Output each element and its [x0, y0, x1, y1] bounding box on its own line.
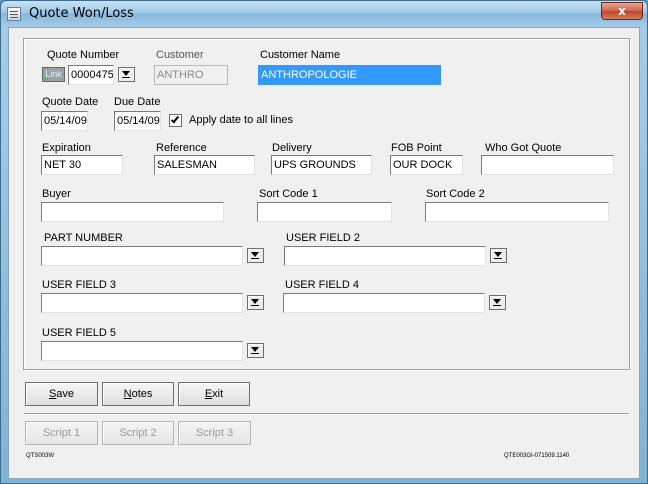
expiration-field[interactable]: NET 30: [41, 155, 123, 175]
expiration-label: Expiration: [42, 142, 91, 154]
save-button[interactable]: Save: [25, 382, 98, 406]
user-field-5-dropdown-button[interactable]: [247, 343, 264, 358]
user-field-3-field[interactable]: [41, 293, 243, 313]
quote-number-label: Quote Number: [47, 49, 120, 61]
exit-button[interactable]: Exit: [178, 382, 250, 406]
buyer-label: Buyer: [42, 188, 71, 200]
delivery-label: Delivery: [272, 142, 312, 154]
link-button[interactable]: Link: [42, 67, 65, 82]
customer-field[interactable]: ANTHRO: [154, 65, 228, 85]
client-area: Quote Number Link 0000475 Customer ANTHR…: [8, 27, 640, 479]
link-status-icon: [44, 77, 48, 80]
quote-date-label: Quote Date: [42, 96, 99, 108]
quote-number-field[interactable]: 0000475: [68, 65, 114, 85]
user-field-2-dropdown-button[interactable]: [490, 248, 507, 263]
form-id-text: QTS003W: [26, 453, 55, 459]
user-field-4-label: USER FIELD 4: [285, 279, 359, 291]
dropdown-arrow-icon: [493, 297, 502, 307]
user-field-2-label: USER FIELD 2: [286, 232, 360, 244]
dropdown-arrow-icon: [251, 297, 260, 307]
customer-name-field[interactable]: ANTHROPOLOGIE: [258, 65, 441, 85]
script-3-button[interactable]: Script 3: [178, 421, 251, 445]
quote-number-dropdown-button[interactable]: [118, 67, 135, 82]
apply-date-label[interactable]: Apply date to all lines: [189, 114, 293, 126]
buyer-field[interactable]: [41, 202, 224, 222]
part-number-label: PART NUMBER: [44, 232, 123, 244]
sort-code-2-label: Sort Code 2: [426, 188, 485, 200]
title-bar[interactable]: Quote Won/Loss x: [1, 1, 647, 27]
due-date-label: Due Date: [114, 96, 161, 108]
window-title: Quote Won/Loss: [29, 6, 134, 21]
quote-won-loss-window: Quote Won/Loss x Quote Number Link 00004…: [0, 0, 648, 484]
user-field-3-dropdown-button[interactable]: [247, 295, 264, 310]
reference-label: Reference: [156, 142, 207, 154]
fob-point-label: FOB Point: [391, 142, 442, 154]
user-field-4-field[interactable]: [283, 293, 485, 313]
who-got-quote-label: Who Got Quote: [485, 142, 562, 154]
apply-date-checkbox[interactable]: [169, 114, 182, 127]
dropdown-arrow-icon: [251, 345, 260, 355]
user-field-4-dropdown-button[interactable]: [489, 295, 506, 310]
sort-code-2-field[interactable]: [425, 202, 609, 222]
fob-point-field[interactable]: OUR DOCK: [390, 155, 463, 175]
notes-button[interactable]: Notes: [102, 382, 174, 406]
user-field-2-field[interactable]: [284, 246, 486, 266]
dropdown-arrow-icon: [251, 250, 260, 260]
due-date-field[interactable]: 05/14/09: [114, 111, 161, 131]
app-icon[interactable]: [7, 7, 21, 21]
part-number-dropdown-button[interactable]: [247, 248, 264, 263]
reference-field[interactable]: SALESMAN: [154, 155, 255, 175]
sort-code-1-label: Sort Code 1: [259, 188, 318, 200]
dropdown-arrow-icon: [494, 250, 503, 260]
dropdown-arrow-icon: [122, 69, 131, 79]
user-field-5-field[interactable]: [41, 341, 243, 361]
delivery-field[interactable]: UPS GROUNDS: [271, 155, 372, 175]
sort-code-1-field[interactable]: [257, 202, 392, 222]
customer-name-label: Customer Name: [260, 49, 341, 61]
script-2-button[interactable]: Script 2: [102, 421, 174, 445]
script-1-button[interactable]: Script 1: [25, 421, 98, 445]
user-field-5-label: USER FIELD 5: [42, 327, 116, 339]
version-text: QTE003GI-071509.1140: [504, 453, 570, 459]
customer-label: Customer: [156, 49, 204, 61]
separator: [24, 413, 629, 415]
user-field-3-label: USER FIELD 3: [42, 279, 116, 291]
checkmark-icon: [170, 114, 180, 124]
who-got-quote-field[interactable]: [481, 155, 614, 175]
close-button[interactable]: x: [601, 2, 643, 20]
part-number-field[interactable]: [41, 246, 243, 266]
quote-date-field[interactable]: 05/14/09: [41, 111, 88, 131]
